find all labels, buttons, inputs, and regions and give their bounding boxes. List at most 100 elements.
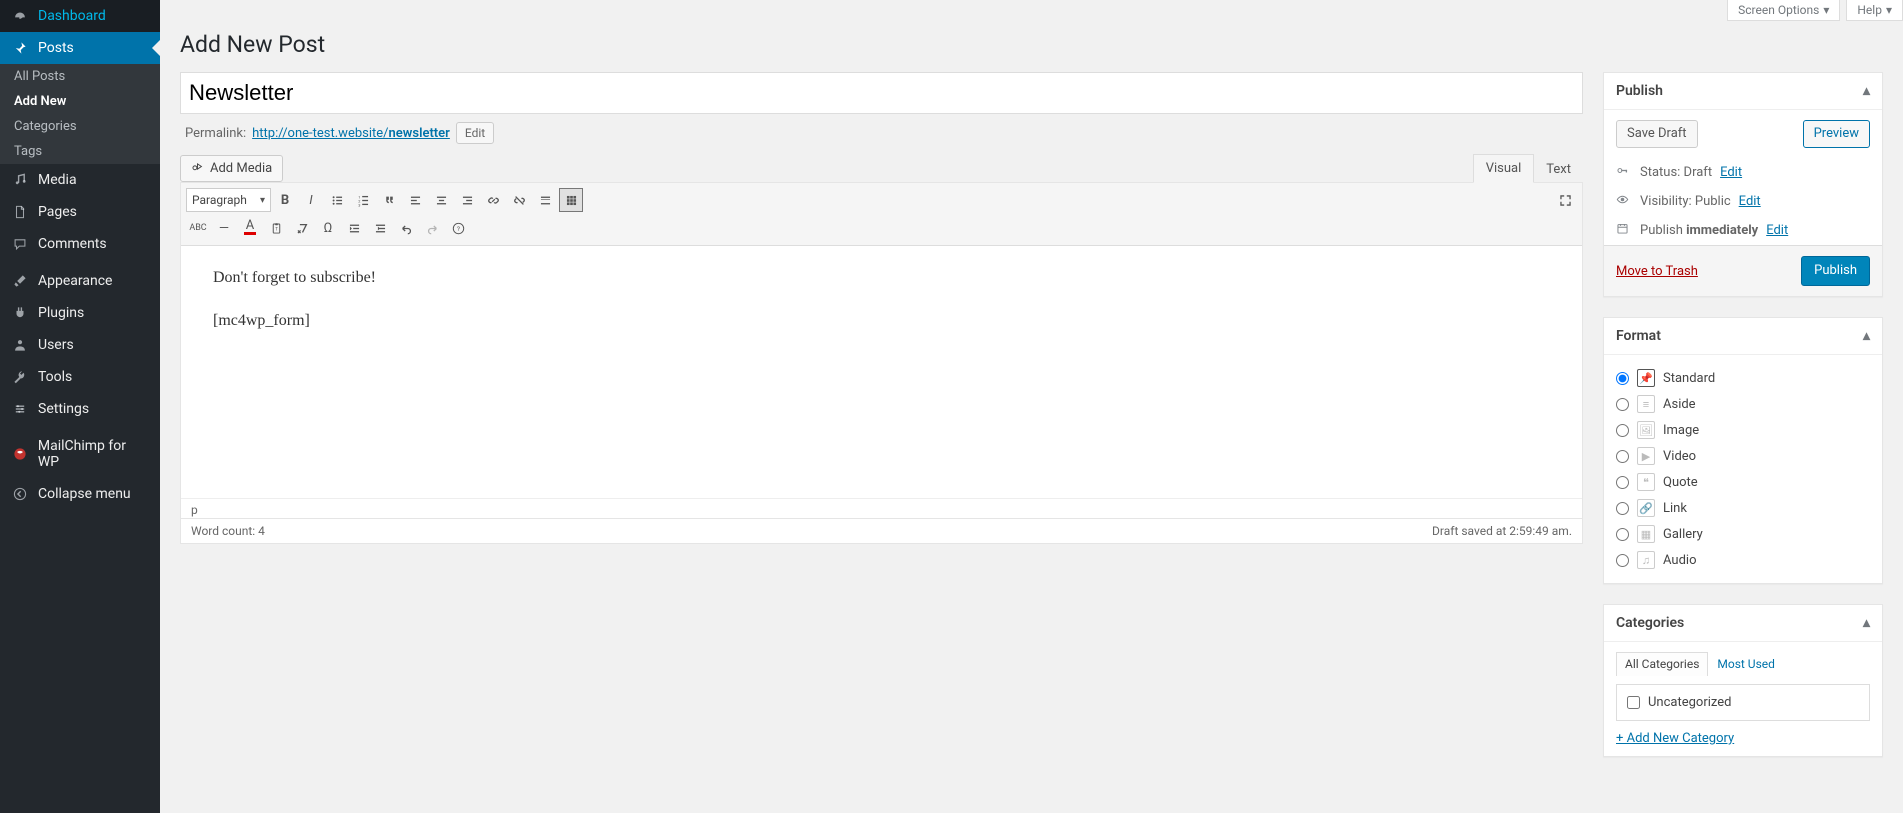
edit-status-link[interactable]: Edit <box>1720 165 1742 180</box>
calendar-icon <box>1616 222 1632 239</box>
mc-icon <box>10 447 30 461</box>
sidebar-item-users[interactable]: Users <box>0 329 160 361</box>
publish-button[interactable]: Publish <box>1801 256 1870 286</box>
format-option-link[interactable]: 🔗Link <box>1616 495 1870 521</box>
block-format-select[interactable]: Paragraph <box>186 188 271 212</box>
all-categories-tab[interactable]: All Categories <box>1616 652 1708 676</box>
permalink-edit-button[interactable]: Edit <box>456 122 494 144</box>
hr-button[interactable]: — <box>212 216 236 240</box>
format-label: Link <box>1663 501 1687 516</box>
format-option-image[interactable]: 🖼Image <box>1616 417 1870 443</box>
sidebar-subitem-tags[interactable]: Tags <box>0 139 160 164</box>
sidebar-item-label: Posts <box>38 40 74 56</box>
sidebar-subitem-add-new[interactable]: Add New <box>0 89 160 114</box>
special-char-button[interactable]: Ω <box>316 216 340 240</box>
format-label: Gallery <box>1663 527 1703 542</box>
publish-box: Publish▴ Save Draft Preview Status: Draf… <box>1603 72 1883 297</box>
permalink-link[interactable]: http://one-test.website/newsletter <box>252 126 450 141</box>
add-new-category-link[interactable]: + Add New Category <box>1616 731 1734 746</box>
sidebar-item-mailchimp-for-wp[interactable]: MailChimp for WP <box>0 430 160 478</box>
sidebar-item-posts[interactable]: Posts <box>0 32 160 64</box>
align-center-button[interactable] <box>429 188 453 212</box>
clear-format-button[interactable] <box>290 216 314 240</box>
paste-text-button[interactable]: T <box>264 216 288 240</box>
edit-visibility-link[interactable]: Edit <box>1739 194 1761 209</box>
content-line: Don't forget to subscribe! <box>213 266 1550 290</box>
align-left-button[interactable] <box>403 188 427 212</box>
svg-text:3: 3 <box>358 202 360 207</box>
post-title-input[interactable] <box>180 72 1583 114</box>
sidebar-item-dashboard[interactable]: Dashboard <box>0 0 160 32</box>
element-path[interactable]: p <box>181 498 1582 518</box>
sidebar-item-pages[interactable]: Pages <box>0 196 160 228</box>
sidebar-item-plugins[interactable]: Plugins <box>0 297 160 329</box>
redo-button[interactable] <box>420 216 444 240</box>
sidebar-item-label: Settings <box>38 401 89 417</box>
undo-button[interactable] <box>394 216 418 240</box>
unlink-button[interactable] <box>507 188 531 212</box>
content-line: [mc4wp_form] <box>213 309 1550 333</box>
category-label: Uncategorized <box>1648 695 1731 710</box>
outdent-button[interactable] <box>342 216 366 240</box>
wrench-icon <box>10 370 30 384</box>
text-tab[interactable]: Text <box>1534 156 1583 183</box>
format-heading[interactable]: Format▴ <box>1604 318 1882 355</box>
format-option-video[interactable]: ▶Video <box>1616 443 1870 469</box>
most-used-tab[interactable]: Most Used <box>1708 652 1784 676</box>
indent-button[interactable] <box>368 216 392 240</box>
page-title: Add New Post <box>180 31 1883 58</box>
editor: Paragraph B I 123 <box>180 182 1583 544</box>
sidebar-item-tools[interactable]: Tools <box>0 361 160 393</box>
bullet-list-button[interactable] <box>325 188 349 212</box>
format-option-aside[interactable]: ≡ Aside <box>1616 391 1870 417</box>
sidebar-subitem-categories[interactable]: Categories <box>0 114 160 139</box>
strikethrough-button[interactable]: ABC <box>186 216 210 240</box>
sidebar-item-collapse-menu[interactable]: Collapse menu <box>0 478 160 510</box>
visual-tab[interactable]: Visual <box>1473 154 1535 183</box>
content-editor[interactable]: Don't forget to subscribe! [mc4wp_form] <box>181 246 1582 498</box>
category-item[interactable]: Uncategorized <box>1627 695 1859 710</box>
sidebar-subitem-all-posts[interactable]: All Posts <box>0 64 160 89</box>
preview-button[interactable]: Preview <box>1803 120 1870 148</box>
save-draft-button[interactable]: Save Draft <box>1616 120 1698 148</box>
edit-schedule-link[interactable]: Edit <box>1766 223 1788 238</box>
format-option-quote[interactable]: ❝Quote <box>1616 469 1870 495</box>
format-option-gallery[interactable]: ▦Gallery <box>1616 521 1870 547</box>
format-label: Quote <box>1663 475 1698 490</box>
format-label: Audio <box>1663 553 1696 568</box>
blockquote-button[interactable] <box>377 188 401 212</box>
bold-button[interactable]: B <box>273 188 297 212</box>
sidebar-item-label: Tools <box>38 369 72 385</box>
sidebar-item-label: Users <box>38 337 74 353</box>
sidebar-item-appearance[interactable]: Appearance <box>0 265 160 297</box>
toolbar-toggle-button[interactable] <box>559 188 583 212</box>
format-option-standard[interactable]: 📌Standard <box>1616 365 1870 391</box>
format-option-audio[interactable]: ♫Audio <box>1616 547 1870 573</box>
publish-heading[interactable]: Publish▴ <box>1604 73 1882 110</box>
chevron-down-icon: ▾ <box>1823 3 1829 17</box>
move-to-trash-link[interactable]: Move to Trash <box>1616 264 1698 279</box>
add-media-button[interactable]: Add Media <box>180 155 283 182</box>
format-label: Standard <box>1663 371 1715 386</box>
format-label: Aside <box>1663 397 1696 412</box>
help-button[interactable]: ? <box>446 216 470 240</box>
more-button[interactable] <box>533 188 557 212</box>
help-tab[interactable]: Help▾ <box>1846 0 1903 21</box>
chevron-up-icon: ▴ <box>1863 615 1870 631</box>
text-color-button[interactable]: A <box>238 216 262 240</box>
italic-button[interactable]: I <box>299 188 323 212</box>
format-box: Format▴ 📌Standard ≡ Aside 🖼Image▶Video❝Quot… <box>1603 317 1883 584</box>
sidebar-item-settings[interactable]: Settings <box>0 393 160 425</box>
number-list-button[interactable]: 123 <box>351 188 375 212</box>
sidebar-item-label: MailChimp for WP <box>38 438 150 470</box>
fullscreen-button[interactable] <box>1553 188 1577 212</box>
sidebar-item-media[interactable]: Media <box>0 164 160 196</box>
screen-options-tab[interactable]: Screen Options▾ <box>1727 0 1840 21</box>
sidebar-item-label: Appearance <box>38 273 112 289</box>
media-icon <box>10 173 30 187</box>
aside-icon: ≡ <box>1637 395 1655 413</box>
categories-heading[interactable]: Categories▴ <box>1604 605 1882 642</box>
sidebar-item-comments[interactable]: Comments <box>0 228 160 260</box>
align-right-button[interactable] <box>455 188 479 212</box>
link-button[interactable] <box>481 188 505 212</box>
